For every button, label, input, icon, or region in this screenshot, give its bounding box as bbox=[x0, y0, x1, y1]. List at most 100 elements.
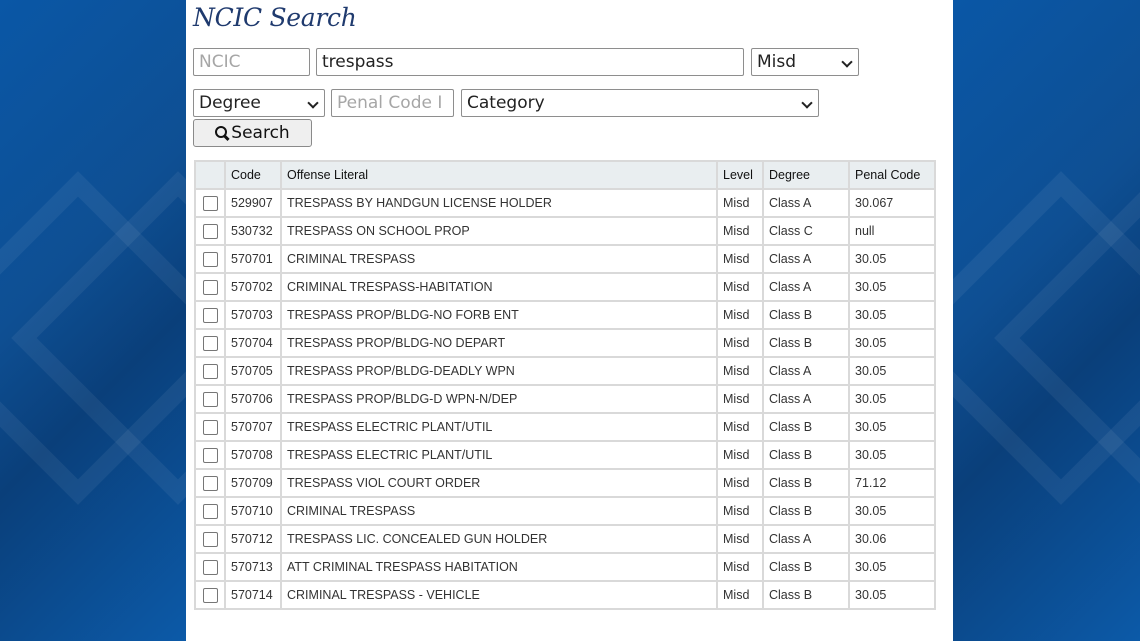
cell-degree: Class B bbox=[764, 302, 848, 328]
cell-offense-literal: TRESPASS LIC. CONCEALED GUN HOLDER bbox=[282, 526, 716, 552]
cell-code: 530732 bbox=[226, 218, 280, 244]
cell-offense-literal: TRESPASS VIOL COURT ORDER bbox=[282, 470, 716, 496]
search-button[interactable]: Search bbox=[193, 119, 312, 147]
cell-code: 570706 bbox=[226, 386, 280, 412]
row-select-cell bbox=[196, 246, 224, 272]
cell-code: 570707 bbox=[226, 414, 280, 440]
table-row: 570705 TRESPASS PROP/BLDG-DEADLY WPN Misd C… bbox=[196, 358, 934, 384]
cell-level: Misd bbox=[718, 442, 762, 468]
background-left bbox=[0, 0, 186, 641]
cell-penal-code: 30.067 bbox=[850, 190, 934, 216]
row-checkbox[interactable] bbox=[202, 307, 218, 323]
cell-offense-literal: TRESPASS ELECTRIC PLANT/UTIL bbox=[282, 442, 716, 468]
row-select-cell bbox=[196, 498, 224, 524]
row-select-cell bbox=[196, 218, 224, 244]
header-code: Code bbox=[226, 162, 280, 188]
table-row: 570709 TRESPASS VIOL COURT ORDER Misd Class… bbox=[196, 470, 934, 496]
cell-level: Misd bbox=[718, 414, 762, 440]
table-row: 570703 TRESPASS PROP/BLDG-NO FORB ENT Misd… bbox=[196, 302, 934, 328]
row-checkbox[interactable] bbox=[202, 559, 218, 575]
cell-degree: Class B bbox=[764, 470, 848, 496]
category-select[interactable]: Category bbox=[461, 89, 819, 117]
cell-degree: Class B bbox=[764, 582, 848, 608]
row-checkbox[interactable] bbox=[202, 503, 218, 519]
cell-code: 570708 bbox=[226, 442, 280, 468]
cell-degree: Class B bbox=[764, 330, 848, 356]
cell-offense-literal: TRESPASS PROP/BLDG-D WPN-N/DEP bbox=[282, 386, 716, 412]
cell-penal-code: null bbox=[850, 218, 934, 244]
cell-level: Misd bbox=[718, 582, 762, 608]
row-checkbox[interactable] bbox=[202, 419, 218, 435]
cell-degree: Class A bbox=[764, 274, 848, 300]
cell-code: 570701 bbox=[226, 246, 280, 272]
cell-level: Misd bbox=[718, 386, 762, 412]
table-row: 570710 CRIMINAL TRESPASS Misd Class B 30.05 bbox=[196, 498, 934, 524]
row-checkbox[interactable] bbox=[202, 391, 218, 407]
row-checkbox[interactable] bbox=[202, 223, 218, 239]
cell-level: Misd bbox=[718, 330, 762, 356]
cell-level: Misd bbox=[718, 218, 762, 244]
row-select-cell bbox=[196, 274, 224, 300]
row-checkbox[interactable] bbox=[202, 195, 218, 211]
row-checkbox[interactable] bbox=[202, 531, 218, 547]
cell-penal-code: 30.05 bbox=[850, 358, 934, 384]
table-row: 570708 TRESPASS ELECTRIC PLANT/UTIL Misd Cl… bbox=[196, 442, 934, 468]
cell-degree: Class C bbox=[764, 218, 848, 244]
search-input[interactable]: trespass bbox=[316, 48, 744, 76]
cell-degree: Class A bbox=[764, 190, 848, 216]
level-select[interactable]: Misd bbox=[751, 48, 859, 76]
cell-offense-literal: TRESPASS PROP/BLDG-DEADLY WPN bbox=[282, 358, 716, 384]
cell-level: Misd bbox=[718, 302, 762, 328]
cell-offense-literal: ATT CRIMINAL TRESPASS HABITATION bbox=[282, 554, 716, 580]
row-checkbox[interactable] bbox=[202, 363, 218, 379]
cell-level: Misd bbox=[718, 358, 762, 384]
row-select-cell bbox=[196, 190, 224, 216]
cell-code: 570710 bbox=[226, 498, 280, 524]
cell-level: Misd bbox=[718, 498, 762, 524]
cell-code: 570709 bbox=[226, 470, 280, 496]
cell-code: 570714 bbox=[226, 582, 280, 608]
cell-penal-code: 30.05 bbox=[850, 274, 934, 300]
row-checkbox[interactable] bbox=[202, 279, 218, 295]
ncic-input[interactable]: NCIC bbox=[193, 48, 310, 76]
row-checkbox[interactable] bbox=[202, 335, 218, 351]
cell-penal-code: 30.05 bbox=[850, 442, 934, 468]
cell-degree: Class A bbox=[764, 358, 848, 384]
row-select-cell bbox=[196, 330, 224, 356]
cell-penal-code: 30.05 bbox=[850, 554, 934, 580]
cell-code: 570702 bbox=[226, 274, 280, 300]
search-icon bbox=[215, 126, 229, 140]
cell-code: 529907 bbox=[226, 190, 280, 216]
row-checkbox[interactable] bbox=[202, 587, 218, 603]
row-select-cell bbox=[196, 526, 224, 552]
cell-offense-literal: TRESPASS ON SCHOOL PROP bbox=[282, 218, 716, 244]
table-row: 529907 TRESPASS BY HANDGUN LICENSE HOLDER… bbox=[196, 190, 934, 216]
cell-offense-literal: CRIMINAL TRESPASS-HABITATION bbox=[282, 274, 716, 300]
table-row: 570712 TRESPASS LIC. CONCEALED GUN HOLDER… bbox=[196, 526, 934, 552]
row-select-cell bbox=[196, 442, 224, 468]
background-right bbox=[953, 0, 1140, 641]
cell-level: Misd bbox=[718, 190, 762, 216]
cell-offense-literal: TRESPASS ELECTRIC PLANT/UTIL bbox=[282, 414, 716, 440]
row-select-cell bbox=[196, 554, 224, 580]
row-checkbox[interactable] bbox=[202, 251, 218, 267]
cell-code: 570712 bbox=[226, 526, 280, 552]
cell-penal-code: 30.05 bbox=[850, 330, 934, 356]
penal-code-input[interactable]: Penal Code I bbox=[331, 89, 454, 117]
cell-penal-code: 30.05 bbox=[850, 386, 934, 412]
table-row: 570713 ATT CRIMINAL TRESPASS HABITATION Mi… bbox=[196, 554, 934, 580]
cell-penal-code: 30.06 bbox=[850, 526, 934, 552]
cell-level: Misd bbox=[718, 246, 762, 272]
cell-code: 570713 bbox=[226, 554, 280, 580]
cell-level: Misd bbox=[718, 554, 762, 580]
row-select-cell bbox=[196, 470, 224, 496]
cell-offense-literal: CRIMINAL TRESPASS - VEHICLE bbox=[282, 582, 716, 608]
row-select-cell bbox=[196, 582, 224, 608]
cell-level: Misd bbox=[718, 470, 762, 496]
row-checkbox[interactable] bbox=[202, 475, 218, 491]
row-select-cell bbox=[196, 302, 224, 328]
degree-select[interactable]: Degree bbox=[193, 89, 325, 117]
cell-degree: Class A bbox=[764, 386, 848, 412]
row-checkbox[interactable] bbox=[202, 447, 218, 463]
header-penal-code: Penal Code bbox=[850, 162, 934, 188]
